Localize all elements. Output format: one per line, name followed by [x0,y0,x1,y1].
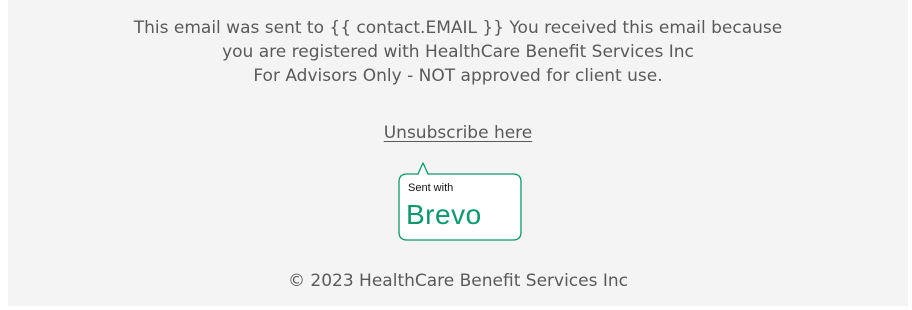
footer-info-line: For Advisors Only - NOT approved for cli… [253,66,663,86]
sent-with-brevo-badge[interactable]: Sent with Brevo [397,160,523,242]
copyright-text: © 2023 HealthCare Benefit Services Inc [287,271,629,291]
unsubscribe-row: Unsubscribe here [8,121,908,145]
unsubscribe-link[interactable]: Unsubscribe here [384,123,533,143]
email-footer: This email was sent to {{ contact.EMAIL … [8,0,908,306]
footer-info-line: This email was sent to {{ contact.EMAIL … [133,18,783,38]
footer-info-text: This email was sent to {{ contact.EMAIL … [8,16,908,88]
footer-info-line: you are registered with HealthCare Benef… [222,42,694,62]
sent-with-label: Sent with [408,182,454,194]
brevo-logo: Brevo [406,199,482,230]
